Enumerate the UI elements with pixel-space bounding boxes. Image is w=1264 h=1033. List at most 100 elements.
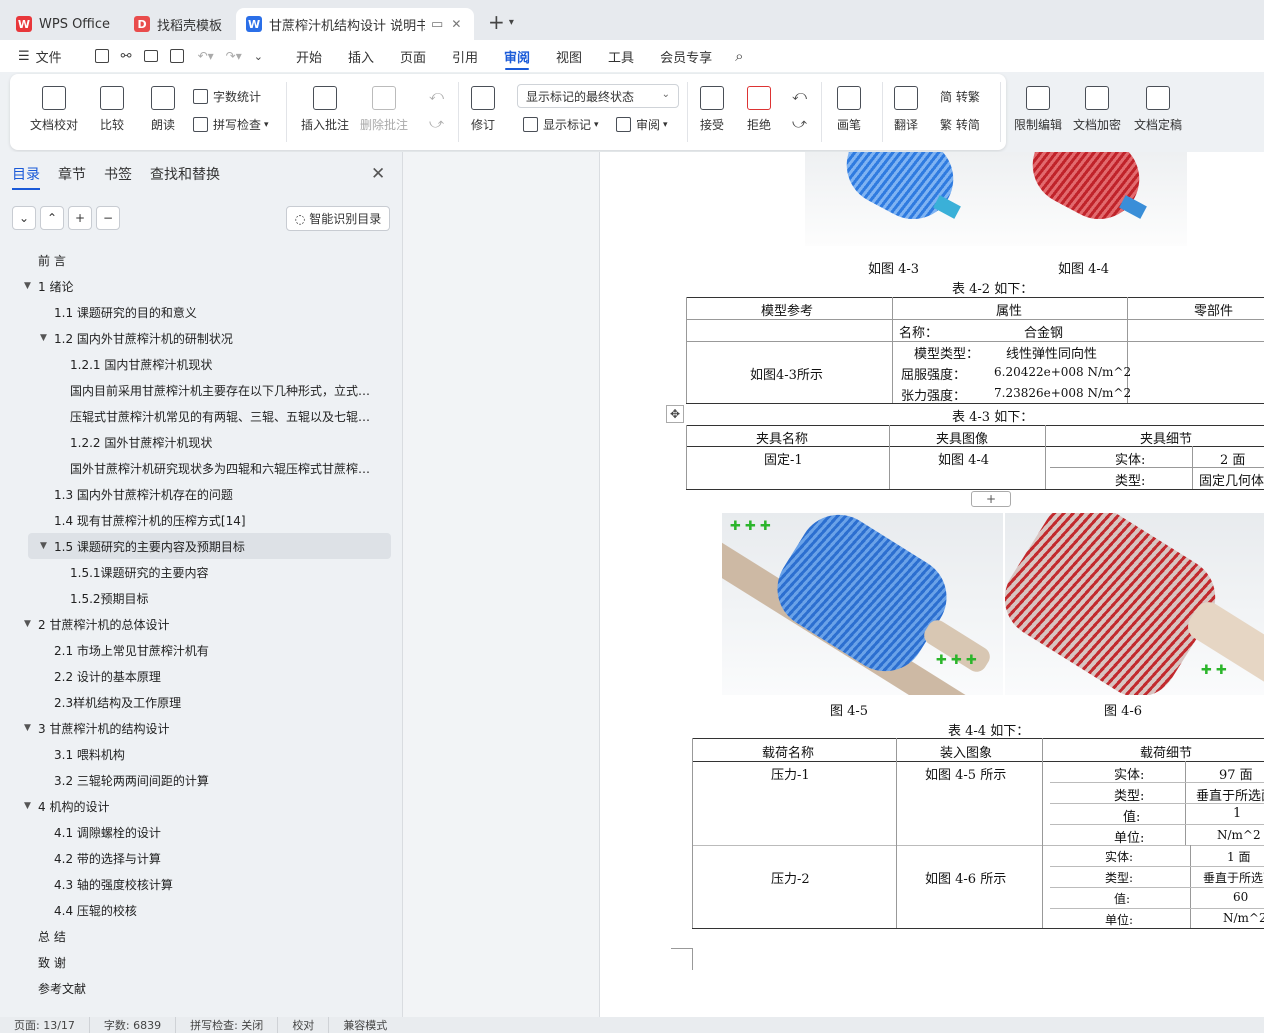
toc-item[interactable]: 2.1 市场上常见甘蔗榨汁机有: [0, 637, 403, 663]
toc-item[interactable]: 1.5.2预期目标: [0, 585, 403, 611]
menu-insert[interactable]: 插入: [335, 40, 387, 72]
collapse-up-icon[interactable]: ⌃: [40, 206, 64, 230]
close-pane-icon[interactable]: ✕: [371, 164, 385, 184]
file-menu[interactable]: ☰ 文件: [0, 40, 75, 72]
menu-view[interactable]: 视图: [543, 40, 595, 72]
insert-comment-button[interactable]: 插入批注: [301, 86, 349, 133]
toc-item[interactable]: ▼ 1.5 课题研究的主要内容及预期目标: [28, 533, 391, 559]
toc-item[interactable]: 1.4 现有甘蔗榨汁机的压榨方式[14]: [0, 507, 403, 533]
accept-button[interactable]: 接受: [700, 86, 724, 133]
expand-toggle-icon[interactable]: ▼: [24, 281, 38, 291]
chevron-down-icon[interactable]: ▾: [509, 17, 514, 28]
save-icon[interactable]: [94, 49, 109, 63]
remove-heading-icon[interactable]: −: [96, 206, 120, 230]
close-tab-icon[interactable]: ✕: [451, 17, 461, 31]
toc-item[interactable]: 2.3样机结构及工作原理: [0, 689, 403, 715]
pen-button[interactable]: 画笔: [837, 86, 861, 133]
more-chevron-icon[interactable]: ⌄: [254, 50, 263, 63]
markup-state-dropdown[interactable]: 显示标记的最终状态 ⌄: [517, 84, 679, 108]
toc-item[interactable]: 1.1 课题研究的目的和意义: [0, 299, 403, 325]
toc-item[interactable]: 致 谢: [0, 949, 403, 975]
track-changes-button[interactable]: 修订: [471, 86, 495, 133]
doc-check-button[interactable]: 文档校对: [30, 86, 78, 133]
undo-icon[interactable]: ↶▾: [198, 49, 214, 63]
toc-item[interactable]: 2.2 设计的基本原理: [0, 663, 403, 689]
tab-chapters[interactable]: 章节: [58, 164, 86, 190]
print-preview-icon[interactable]: [169, 49, 184, 63]
next-comment-icon[interactable]: ⤻: [429, 116, 444, 132]
spell-check-indicator[interactable]: 拼写检查: 关闭: [176, 1017, 279, 1033]
spell-check-button[interactable]: 拼写检查 ▾: [193, 116, 269, 133]
reject-button[interactable]: 拒绝: [747, 86, 771, 133]
toc-item[interactable]: 4.3 轴的强度校核计算: [0, 871, 403, 897]
expand-down-icon[interactable]: ⌄: [12, 206, 36, 230]
page-indicator[interactable]: 页面: 13/17: [0, 1017, 90, 1033]
to-simplified-button[interactable]: 繁 转简: [940, 116, 980, 133]
read-aloud-button[interactable]: 朗读: [151, 86, 175, 133]
doc-check-label: 文档校对: [30, 118, 79, 132]
add-heading-icon[interactable]: +: [68, 206, 92, 230]
menu-references[interactable]: 引用: [439, 40, 491, 72]
compare-button[interactable]: 比较: [100, 86, 124, 133]
prev-comment-icon[interactable]: ⤺: [429, 88, 444, 104]
tab-toc[interactable]: 目录: [12, 164, 40, 190]
add-row-button[interactable]: +: [971, 491, 1011, 507]
show-markup-button[interactable]: 显示标记 ▾: [523, 116, 599, 133]
menu-member[interactable]: 会员专享: [647, 40, 725, 72]
toc-item[interactable]: 参考文献: [0, 975, 403, 1001]
toc-item[interactable]: 3.2 三辊轮两两间间距的计算: [0, 767, 403, 793]
toc-item[interactable]: 前 言: [0, 247, 403, 273]
toc-item[interactable]: 4.4 压辊的校核: [0, 897, 403, 923]
delete-comment-button[interactable]: 删除批注: [360, 86, 408, 133]
link-icon[interactable]: ⚯: [121, 49, 132, 64]
toc-item[interactable]: 4.2 带的选择与计算: [0, 845, 403, 871]
redo-icon[interactable]: ↷▾: [226, 49, 242, 63]
expand-toggle-icon[interactable]: ▼: [24, 619, 38, 629]
menu-review[interactable]: 审阅: [491, 40, 543, 72]
toc-item[interactable]: 1.2.2 国外甘蔗榨汁机现状: [0, 429, 403, 455]
print-icon[interactable]: [143, 50, 158, 62]
menu-page[interactable]: 页面: [387, 40, 439, 72]
toc-item[interactable]: ▼ 1 绪论: [0, 273, 403, 299]
restrict-edit-button[interactable]: 限制编辑: [1014, 86, 1062, 133]
toc-item[interactable]: 1.5.1课题研究的主要内容: [0, 559, 403, 585]
toc-item[interactable]: 总 结: [0, 923, 403, 949]
finalize-button[interactable]: 文档定稿: [1134, 86, 1182, 133]
menu-home[interactable]: 开始: [283, 40, 335, 72]
translate-button[interactable]: 翻译: [894, 86, 918, 133]
encrypt-button[interactable]: 文档加密: [1073, 86, 1121, 133]
tab-docer[interactable]: D 找稻壳模板: [124, 8, 232, 40]
toc-item[interactable]: ▼ 1.2 国内外甘蔗榨汁机的研制状况: [0, 325, 403, 351]
word-count-button[interactable]: 字数统计: [193, 88, 261, 105]
expand-toggle-icon[interactable]: ▼: [24, 801, 38, 811]
menu-tools[interactable]: 工具: [595, 40, 647, 72]
word-count-indicator[interactable]: 字数: 6839: [90, 1017, 177, 1033]
expand-toggle-icon[interactable]: ▼: [40, 333, 54, 343]
toc-item[interactable]: 1.3 国内外甘蔗榨汁机存在的问题: [0, 481, 403, 507]
tab-bookmarks[interactable]: 书签: [104, 164, 132, 190]
toc-item[interactable]: 国外甘蔗榨汁机研究现状多为四辊和六辊压榨式甘蔗榨…: [0, 455, 403, 481]
toc-item[interactable]: 压辊式甘蔗榨汁机常见的有两辊、三辊、五辊以及七辊…: [0, 403, 403, 429]
search-icon[interactable]: ⌕: [735, 47, 743, 65]
to-traditional-button[interactable]: 简 转繁: [940, 88, 980, 105]
smart-toc-button[interactable]: ◌ 智能识别目录: [286, 206, 390, 231]
tab-wps-office[interactable]: W WPS Office: [6, 8, 120, 40]
tab-find-replace[interactable]: 查找和替换: [150, 164, 220, 190]
p2-value-value: 60: [1233, 890, 1249, 904]
tab-document[interactable]: W 甘蔗榨汁机结构设计 说明书（ ▭ ✕: [236, 8, 475, 40]
toc-item[interactable]: 4.1 调隙螺栓的设计: [0, 819, 403, 845]
toc-item[interactable]: ▼ 2 甘蔗榨汁机的总体设计: [0, 611, 403, 637]
expand-toggle-icon[interactable]: ▼: [40, 541, 54, 551]
toc-item[interactable]: 3.1 喂料机构: [0, 741, 403, 767]
table-move-handle-icon[interactable]: ✥: [666, 405, 684, 423]
prev-change-icon[interactable]: ⤺: [792, 88, 807, 104]
toc-item[interactable]: 1.2.1 国内甘蔗榨汁机现状: [0, 351, 403, 377]
toc-item[interactable]: ▼ 3 甘蔗榨汁机的结构设计: [0, 715, 403, 741]
next-change-icon[interactable]: ⤻: [792, 116, 807, 132]
expand-toggle-icon[interactable]: ▼: [24, 723, 38, 733]
new-tab-icon[interactable]: +: [488, 10, 505, 34]
toc-item[interactable]: ▼ 4 机构的设计: [0, 793, 403, 819]
proofread-indicator[interactable]: 校对: [278, 1017, 330, 1033]
toc-item[interactable]: 国内目前采用甘蔗榨汁机主要存在以下几种形式，立式…: [0, 377, 403, 403]
review-pane-button[interactable]: 审阅 ▾: [616, 116, 668, 133]
